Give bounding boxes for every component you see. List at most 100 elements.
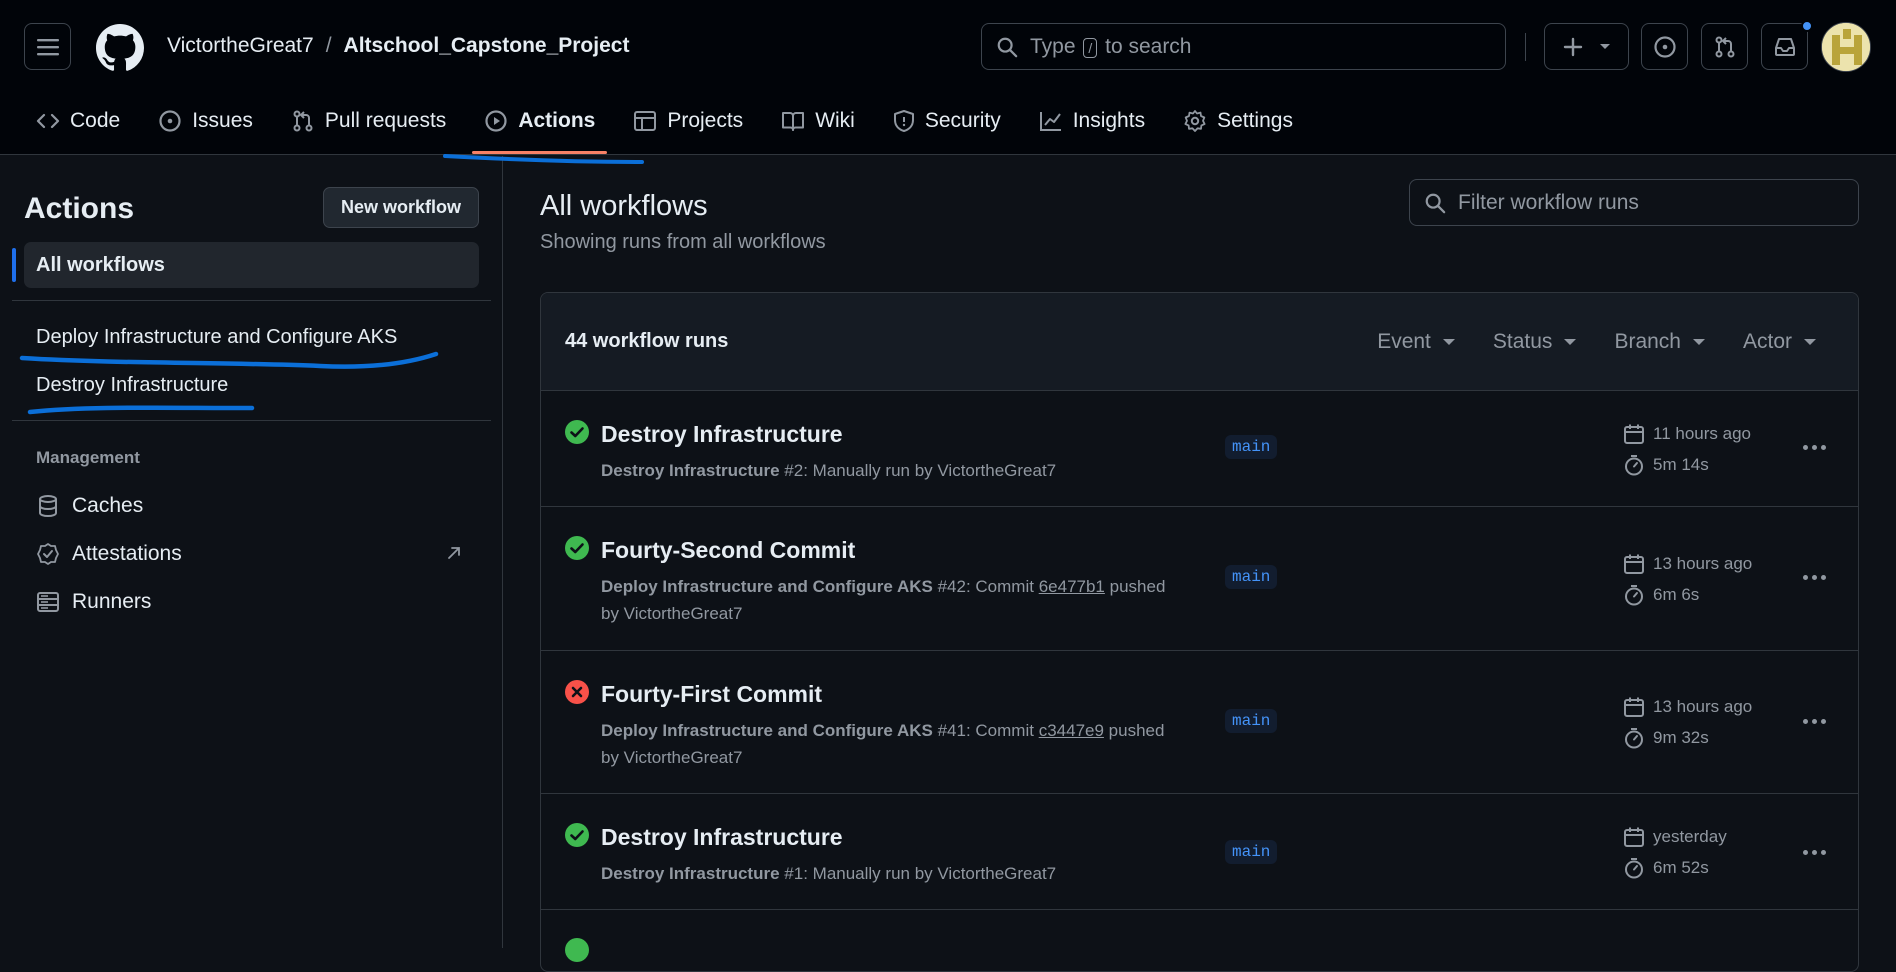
gear-icon [1184, 110, 1206, 132]
sidebar-item-caches[interactable]: Caches [36, 494, 143, 518]
pull-requests-button[interactable] [1701, 23, 1748, 70]
runs-filters: Event Status Branch Actor [1377, 330, 1816, 354]
search-shortcut-key: / [1083, 37, 1098, 58]
runs-list-header: 44 workflow runs Event Status Branch Act… [541, 293, 1858, 391]
workflow-run-row[interactable]: Fourty-Second Commit Deploy Infrastructu… [541, 507, 1858, 651]
run-meta: Destroy Infrastructure #1: Manually run … [601, 864, 1057, 883]
repo-breadcrumb: VictortheGreat7 / Altschool_Capstone_Pro… [167, 34, 629, 58]
tab-settings[interactable]: Settings [1183, 104, 1293, 138]
tab-wiki[interactable]: Wiki [781, 104, 855, 138]
repo-name-link[interactable]: Altschool_Capstone_Project [344, 34, 630, 58]
calendar-icon [1624, 827, 1644, 847]
run-duration: 9m 32s [1623, 727, 1709, 749]
run-timestamp: yesterday [1623, 826, 1727, 848]
run-meta: Deploy Infrastructure and Configure AKS … [601, 721, 1165, 767]
branch-badge[interactable]: main [1225, 709, 1278, 733]
success-check-icon [565, 420, 589, 444]
inbox-button[interactable] [1761, 23, 1808, 70]
tab-label: Settings [1217, 109, 1293, 132]
github-logo[interactable] [96, 24, 144, 72]
sidebar-item-destroy-workflow[interactable]: Destroy Infrastructure [36, 374, 228, 397]
code-icon [36, 113, 60, 129]
branch-filter-dropdown[interactable]: Branch [1614, 330, 1705, 354]
tab-actions[interactable]: Actions [472, 104, 608, 154]
shield-icon [893, 110, 914, 132]
database-icon [39, 495, 57, 518]
filter-workflow-runs-input[interactable]: Filter workflow runs [1409, 179, 1859, 226]
sidebar-item-all-workflows[interactable]: All workflows [24, 242, 479, 288]
inbox-icon [1774, 37, 1795, 56]
sidebar-item-attestations[interactable]: Attestations [36, 542, 182, 566]
event-filter-dropdown[interactable]: Event [1377, 330, 1455, 354]
sidebar-item-deploy-workflow[interactable]: Deploy Infrastructure and Configure AKS [36, 326, 397, 349]
run-options-button[interactable] [1803, 445, 1826, 450]
branch-badge[interactable]: main [1225, 840, 1278, 864]
tab-issues[interactable]: Issues [158, 104, 253, 138]
tab-security[interactable]: Security [893, 104, 1001, 138]
issue-icon [159, 110, 181, 132]
failure-x-icon [565, 680, 589, 704]
calendar-icon [1624, 424, 1644, 444]
header-divider [1525, 33, 1526, 61]
github-icon [96, 24, 144, 71]
actor-filter-dropdown[interactable]: Actor [1743, 330, 1816, 354]
new-workflow-button[interactable]: New workflow [323, 187, 479, 228]
user-avatar[interactable] [1821, 22, 1871, 72]
chevron-down-icon [1599, 43, 1610, 49]
run-title-link[interactable]: Fourty-First Commit [601, 681, 822, 708]
status-filter-dropdown[interactable]: Status [1493, 330, 1577, 354]
run-duration: 5m 14s [1623, 454, 1709, 476]
menu-button[interactable] [24, 23, 71, 70]
selected-indicator [12, 248, 16, 282]
commit-sha-link[interactable]: 6e477b1 [1039, 577, 1105, 596]
search-input[interactable]: Type / to search [981, 23, 1506, 70]
run-title-link[interactable]: Destroy Infrastructure [601, 824, 843, 851]
workflow-run-row[interactable]: Destroy Infrastructure Destroy Infrastru… [541, 794, 1858, 910]
runs-count: 44 workflow runs [565, 330, 729, 352]
tab-pull-requests[interactable]: Pull requests [291, 104, 446, 138]
sidebar-item-label: Attestations [72, 542, 182, 565]
commit-sha-link[interactable]: c3447e9 [1039, 721, 1104, 740]
tab-code[interactable]: Code [36, 104, 120, 138]
workflow-run-row[interactable]: Fourty-First Commit Deploy Infrastructur… [541, 651, 1858, 794]
workflow-run-row[interactable]: Destroy Infrastructure Destroy Infrastru… [541, 391, 1858, 507]
run-title-link[interactable]: Destroy Infrastructure [601, 421, 843, 448]
search-icon [997, 37, 1018, 57]
run-title-link[interactable]: Fourty-Second Commit [601, 537, 855, 564]
repo-nav-tabs: Code Issues Pull requests Actions Projec… [36, 104, 1331, 154]
success-check-icon [565, 938, 589, 962]
plus-icon [1563, 37, 1582, 56]
breadcrumb-separator: / [325, 34, 332, 57]
page-subtitle: Showing runs from all workflows [540, 231, 826, 253]
caret-down-icon [1564, 339, 1577, 345]
create-new-button[interactable] [1544, 23, 1629, 70]
run-duration: 6m 52s [1623, 857, 1709, 879]
run-options-button[interactable] [1803, 575, 1826, 580]
search-icon [1425, 193, 1446, 213]
branch-badge[interactable]: main [1225, 565, 1278, 589]
branch-badge[interactable]: main [1225, 435, 1278, 459]
tab-label: Wiki [815, 109, 855, 132]
caret-down-icon [1804, 339, 1816, 345]
search-placeholder: Type / to search [1030, 34, 1192, 58]
repo-owner-link[interactable]: VictortheGreat7 [167, 34, 314, 58]
play-icon [485, 110, 507, 132]
calendar-icon [1624, 697, 1644, 717]
tab-label: Code [70, 109, 121, 132]
sidebar-divider [12, 300, 491, 301]
issues-button[interactable] [1641, 23, 1688, 70]
workflow-run-row[interactable] [541, 910, 1858, 970]
tab-projects[interactable]: Projects [633, 104, 743, 138]
workflow-runs-list: 44 workflow runs Event Status Branch Act… [540, 292, 1859, 972]
tab-insights[interactable]: Insights [1039, 104, 1145, 138]
tab-label: Security [924, 109, 1001, 132]
notification-indicator [1801, 20, 1813, 32]
run-options-button[interactable] [1803, 719, 1826, 724]
run-options-button[interactable] [1803, 850, 1826, 855]
run-duration: 6m 6s [1623, 584, 1699, 606]
filter-placeholder: Filter workflow runs [1458, 190, 1639, 214]
tab-label: Actions [518, 109, 596, 132]
sidebar-item-runners[interactable]: Runners [36, 590, 151, 614]
pull-request-icon [1715, 36, 1734, 57]
success-check-icon [565, 823, 589, 847]
